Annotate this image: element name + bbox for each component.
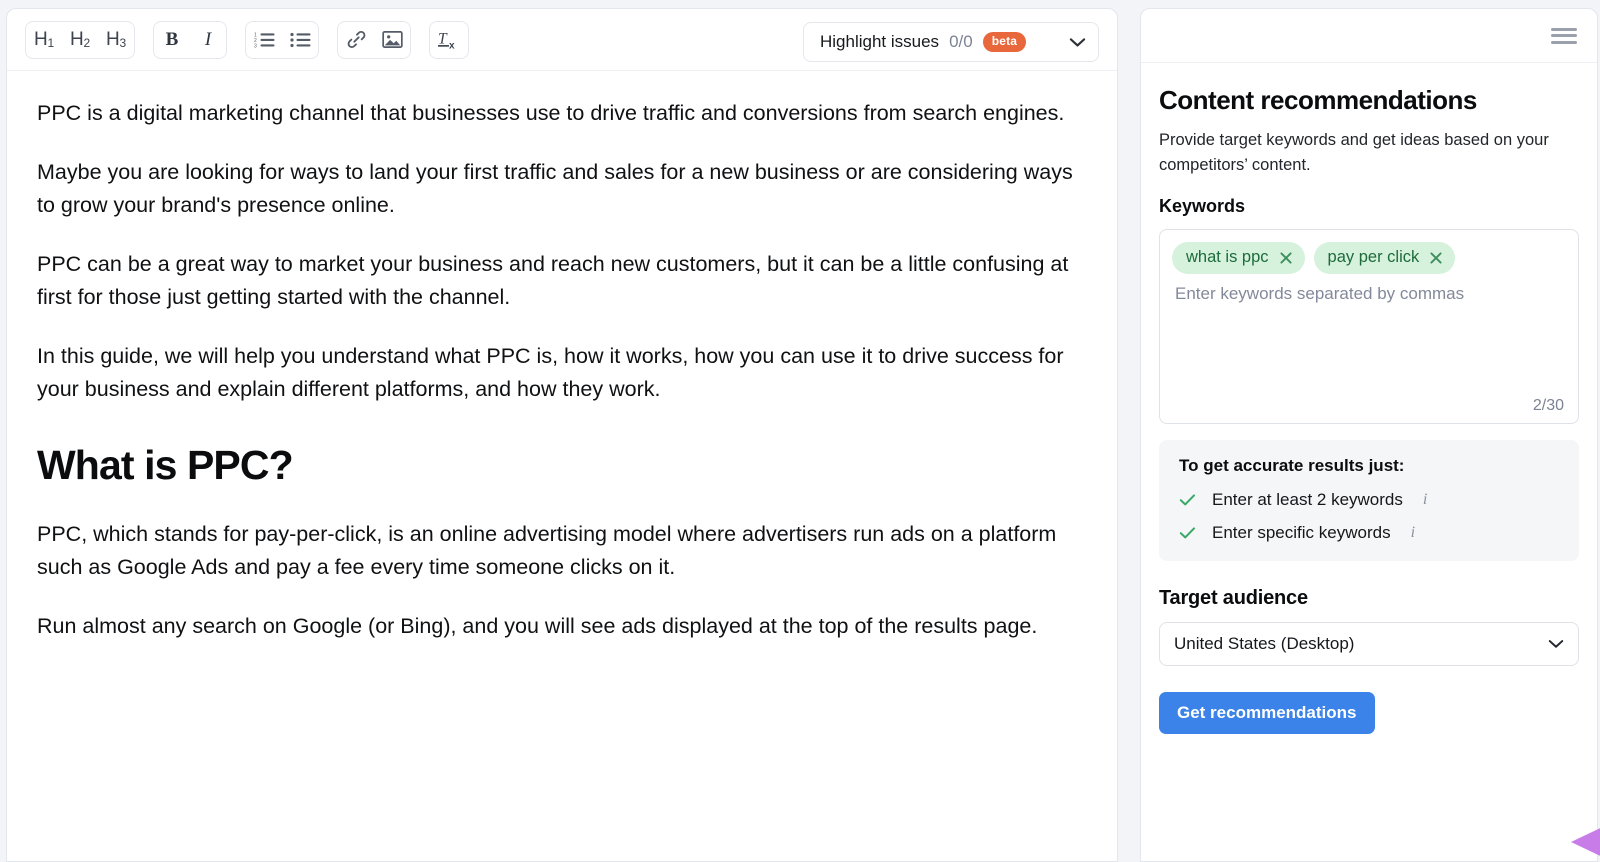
check-icon	[1179, 526, 1196, 540]
toolbar-group-insert	[337, 20, 411, 59]
accuracy-tips-box: To get accurate results just: Enter at l…	[1159, 440, 1579, 561]
keyword-tag[interactable]: pay per click	[1313, 242, 1456, 274]
link-icon	[347, 30, 365, 49]
get-recommendations-button[interactable]: Get recommendations	[1159, 692, 1375, 734]
target-audience-select[interactable]: United States (Desktop)	[1159, 622, 1579, 666]
heading-3-button[interactable]: H3	[98, 22, 134, 58]
paragraph: In this guide, we will help you understa…	[37, 344, 1064, 401]
paragraph: Run almost any search on Google (or Bing…	[37, 614, 1038, 638]
app-root: H1 H2 H3 B I 1 2 3 T x Highlight issues …	[0, 0, 1600, 862]
hamburger-menu-icon[interactable]	[1551, 26, 1577, 46]
toolbar-group-clear: T x	[429, 20, 469, 59]
svg-text:x: x	[449, 40, 455, 51]
clear-formatting-button[interactable]: T x	[430, 22, 468, 58]
document-body[interactable]: PPC is a digital marketing channel that …	[7, 71, 1117, 861]
keyword-tag-label: what is ppc	[1186, 248, 1269, 266]
bullet-list-button[interactable]	[282, 22, 318, 58]
svg-text:3: 3	[254, 43, 257, 49]
heading-2-icon: H2	[69, 28, 90, 50]
panel-header	[1141, 9, 1597, 63]
annotation-arrow-icon	[1571, 828, 1600, 856]
keywords-input[interactable]: what is ppc pay per click Enter keywords…	[1159, 229, 1579, 424]
editor-panel: H1 H2 H3 B I 1 2 3 T x Highlight issues …	[6, 8, 1118, 862]
list-item: Enter at least 2 keywords i	[1179, 490, 1559, 510]
info-icon[interactable]: i	[1411, 524, 1415, 542]
highlight-issues-label: Highlight issues	[820, 32, 940, 51]
target-audience-value: United States (Desktop)	[1174, 634, 1355, 653]
keyword-tag-label: pay per click	[1327, 248, 1420, 266]
paragraph: Maybe you are looking for ways to land y…	[37, 160, 1073, 217]
heading-3-icon: H3	[105, 28, 126, 50]
italic-button[interactable]: I	[190, 22, 226, 58]
paragraph: PPC can be a great way to market your bu…	[37, 252, 1069, 309]
ordered-list-icon: 1 2 3	[254, 32, 274, 49]
chevron-down-icon	[1069, 37, 1086, 48]
clear-formatting-icon: T x	[438, 30, 455, 51]
close-icon[interactable]	[1279, 251, 1293, 265]
keywords-label: Keywords	[1159, 196, 1246, 216]
toolbar-group-inline-format: B I	[153, 20, 227, 59]
link-button[interactable]	[338, 22, 374, 58]
keywords-placeholder: Enter keywords separated by commas	[1175, 284, 1465, 303]
check-icon	[1179, 493, 1196, 507]
highlight-issues-count: 0/0	[949, 32, 973, 51]
panel-subtitle: Provide target keywords and get ideas ba…	[1159, 131, 1549, 174]
beta-badge: beta	[982, 32, 1027, 52]
panel-body: Content recommendations Provide target k…	[1141, 63, 1600, 861]
target-audience-label: Target audience	[1159, 587, 1308, 609]
accuracy-tips-title: To get accurate results just:	[1179, 456, 1405, 475]
document-heading: What is PPC?	[37, 442, 294, 488]
image-icon	[381, 31, 403, 48]
content-recommendations-panel: Content recommendations Provide target k…	[1140, 8, 1600, 862]
editor-toolbar: H1 H2 H3 B I 1 2 3 T x Highlight issues …	[7, 9, 1117, 71]
heading-1-button[interactable]: H1	[26, 22, 62, 58]
tip-label: Enter at least 2 keywords	[1212, 490, 1403, 509]
bullet-list-icon	[289, 32, 310, 47]
toolbar-group-lists: 1 2 3	[245, 20, 319, 59]
list-item: Enter specific keywords i	[1179, 523, 1559, 543]
toolbar-group-headings: H1 H2 H3	[25, 20, 135, 59]
heading-2-button[interactable]: H2	[62, 22, 98, 58]
info-icon[interactable]: i	[1423, 491, 1427, 509]
keywords-counter: 2/30	[1532, 397, 1564, 414]
page-title: Content recommendations	[1159, 85, 1477, 115]
bold-icon: B	[165, 28, 179, 50]
ordered-list-button[interactable]: 1 2 3	[246, 22, 282, 58]
keyword-tag[interactable]: what is ppc	[1172, 242, 1305, 274]
italic-icon: I	[204, 28, 212, 50]
tip-label: Enter specific keywords	[1212, 523, 1391, 542]
bold-button[interactable]: B	[154, 22, 190, 58]
highlight-issues-dropdown[interactable]: Highlight issues 0/0 beta	[803, 22, 1099, 62]
paragraph: PPC is a digital marketing channel that …	[37, 101, 1065, 125]
heading-1-icon: H1	[33, 28, 54, 50]
chevron-down-icon	[1548, 639, 1564, 649]
image-button[interactable]	[374, 22, 410, 58]
keyword-tag-list: what is ppc pay per click	[1172, 242, 1566, 274]
paragraph: PPC, which stands for pay-per-click, is …	[37, 522, 1057, 579]
close-icon[interactable]	[1429, 251, 1443, 265]
